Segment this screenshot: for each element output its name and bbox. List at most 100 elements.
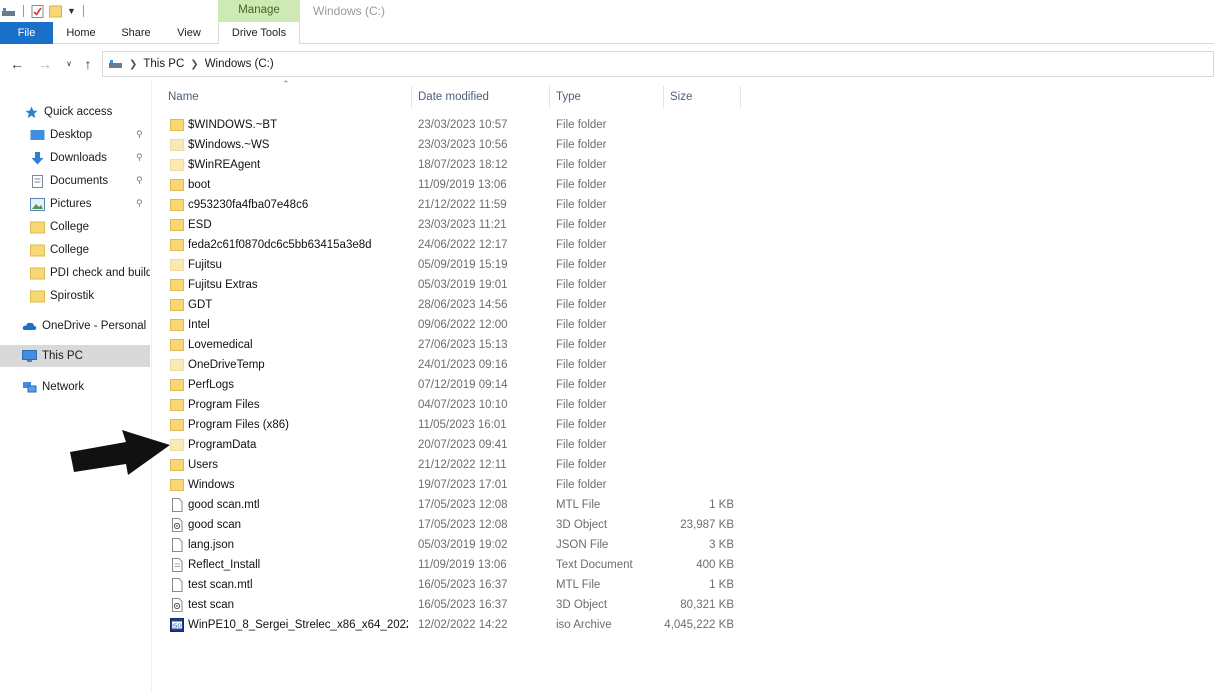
file-type: File folder bbox=[556, 279, 607, 291]
file-icon bbox=[170, 498, 184, 512]
folder-icon bbox=[170, 198, 184, 212]
file-row[interactable]: GDT 28/06/2023 14:56 File folder bbox=[162, 295, 742, 315]
file-type: MTL File bbox=[556, 499, 601, 511]
drive-icon[interactable] bbox=[2, 5, 16, 18]
file-date-modified: 11/09/2019 13:06 bbox=[418, 179, 507, 191]
column-header-date-modified[interactable]: Date modified bbox=[412, 86, 549, 108]
new-folder-icon[interactable] bbox=[49, 5, 63, 18]
file-row[interactable]: OneDriveTemp 24/01/2023 09:16 File folder bbox=[162, 355, 742, 375]
column-divider[interactable] bbox=[740, 86, 741, 108]
pin-icon[interactable]: ⚲ bbox=[136, 152, 146, 164]
file-name: Program Files (x86) bbox=[188, 419, 289, 431]
file-row[interactable]: ISO WinPE10_8_Sergei_Strelec_x86_x64_2022… bbox=[162, 615, 742, 635]
forward-arrow-icon[interactable]: → bbox=[36, 54, 54, 74]
nav-item-spirostik[interactable]: Spirostik bbox=[0, 285, 150, 307]
file-row[interactable]: test scan.mtl 16/05/2023 16:37 MTL File 1 K… bbox=[162, 575, 742, 595]
file-row[interactable]: PerfLogs 07/12/2019 09:14 File folder bbox=[162, 375, 742, 395]
pin-icon[interactable]: ⚲ bbox=[136, 175, 146, 187]
up-arrow-icon[interactable]: ↑ bbox=[79, 54, 97, 74]
column-header-name[interactable]: Name bbox=[162, 86, 412, 108]
file-name: WinPE10_8_Sergei_Strelec_x86_x64_2022...… bbox=[188, 619, 408, 631]
folder-icon bbox=[170, 238, 184, 252]
tab-manage[interactable]: Manage bbox=[218, 0, 300, 22]
file-row[interactable]: test scan 16/05/2023 16:37 3D Object 80,321… bbox=[162, 595, 742, 615]
nav-item-documents[interactable]: Documents ⚲ bbox=[0, 170, 150, 192]
tab-view[interactable]: View bbox=[170, 22, 208, 44]
column-header-size[interactable]: Size bbox=[664, 86, 740, 108]
star-icon bbox=[25, 105, 38, 118]
file-type: iso Archive bbox=[556, 619, 612, 631]
folder-icon bbox=[170, 418, 184, 432]
file-row[interactable]: ESD 23/03/2023 11:21 File folder bbox=[162, 215, 742, 235]
file-row[interactable]: boot 11/09/2019 13:06 File folder bbox=[162, 175, 742, 195]
file-row[interactable]: c953230fa4fba07e48c6 21/12/2022 11:59 File… bbox=[162, 195, 742, 215]
file-name: Users bbox=[188, 459, 219, 471]
file-row[interactable]: ProgramData 20/07/2023 09:41 File folder bbox=[162, 435, 742, 455]
file-row[interactable]: Reflect_Install 11/09/2019 13:06 Text Docu… bbox=[162, 555, 742, 575]
file-row[interactable]: good scan 17/05/2023 12:08 3D Object 23,987… bbox=[162, 515, 742, 535]
file-date-modified: 05/09/2019 15:19 bbox=[418, 259, 508, 271]
folder-icon bbox=[170, 398, 184, 412]
recent-locations-chevron-icon[interactable]: ∨ bbox=[60, 54, 78, 74]
nav-label: PDI check and build bbox=[50, 267, 150, 279]
nav-network[interactable]: Network bbox=[0, 376, 150, 398]
file-row[interactable]: Fujitsu Extras 05/03/2019 19:01 File folde… bbox=[162, 275, 742, 295]
nav-item-pictures[interactable]: Pictures ⚲ bbox=[0, 193, 150, 215]
file-row[interactable]: Windows 19/07/2023 17:01 File folder bbox=[162, 475, 742, 495]
file-row[interactable]: $WINDOWS.~BT 23/03/2023 10:57 File folder bbox=[162, 115, 742, 135]
file-type: 3D Object bbox=[556, 519, 608, 531]
tab-file[interactable]: File bbox=[0, 22, 53, 44]
address-bar[interactable]: ❯ This PC ❯ Windows (C:) bbox=[102, 51, 1214, 77]
file-row[interactable]: Users 21/12/2022 12:11 File folder bbox=[162, 455, 742, 475]
back-arrow-icon[interactable]: ← bbox=[8, 54, 26, 74]
pin-icon[interactable]: ⚲ bbox=[136, 198, 146, 210]
file-row[interactable]: $Windows.~WS 23/03/2023 10:56 File folder bbox=[162, 135, 742, 155]
folder-icon bbox=[170, 298, 184, 312]
nav-item-college[interactable]: College bbox=[0, 216, 150, 238]
nav-label: This PC bbox=[42, 350, 83, 362]
file-name: test scan bbox=[188, 599, 235, 611]
nav-label: Spirostik bbox=[50, 290, 95, 302]
pin-icon[interactable]: ⚲ bbox=[136, 129, 146, 141]
nav-this-pc[interactable]: This PC bbox=[0, 345, 150, 367]
file-row[interactable]: Intel 09/06/2022 12:00 File folder bbox=[162, 315, 742, 335]
iso-icon: ISO bbox=[170, 618, 184, 632]
file-row[interactable]: Lovemedical 27/06/2023 15:13 File folder bbox=[162, 335, 742, 355]
nav-item-pdi-check-and-build[interactable]: PDI check and build bbox=[0, 262, 150, 284]
folder-icon bbox=[170, 318, 184, 332]
file-date-modified: 16/05/2023 16:37 bbox=[418, 579, 508, 591]
file-type: Text Document bbox=[556, 559, 633, 571]
column-header-type[interactable]: Type bbox=[550, 86, 663, 108]
file-row[interactable]: Fujitsu 05/09/2019 15:19 File folder bbox=[162, 255, 742, 275]
pictures-icon bbox=[30, 197, 45, 211]
file-name: ProgramData bbox=[188, 439, 257, 451]
breadcrumb-this-pc[interactable]: This PC bbox=[143, 58, 184, 70]
file-size: 80,321 KB bbox=[680, 599, 734, 611]
file-name: feda2c61f0870dc6c5bb63415a3e8d bbox=[188, 239, 372, 251]
file-row[interactable]: Program Files (x86) 11/05/2023 16:01 File … bbox=[162, 415, 742, 435]
folder-icon bbox=[170, 218, 184, 232]
nav-label: Documents bbox=[50, 175, 109, 187]
file-name: $WINDOWS.~BT bbox=[188, 119, 278, 131]
tab-share[interactable]: Share bbox=[115, 22, 157, 44]
file-date-modified: 20/07/2023 09:41 bbox=[418, 439, 508, 451]
file-icon bbox=[170, 538, 184, 552]
file-row[interactable]: Program Files 04/07/2023 10:10 File folder bbox=[162, 395, 742, 415]
nav-onedrive[interactable]: OneDrive - Personal bbox=[0, 315, 150, 337]
file-type: File folder bbox=[556, 299, 607, 311]
nav-item-downloads[interactable]: Downloads ⚲ bbox=[0, 147, 150, 169]
breadcrumb-windows-c[interactable]: Windows (C:) bbox=[205, 58, 274, 70]
nav-quick-access[interactable]: Quick access bbox=[0, 101, 150, 123]
file-row[interactable]: good scan.mtl 17/05/2023 12:08 MTL File 1 K… bbox=[162, 495, 742, 515]
properties-icon[interactable] bbox=[31, 4, 45, 18]
file-row[interactable]: lang.json 05/03/2019 19:02 JSON File 3 KB bbox=[162, 535, 742, 555]
customize-toolbar-icon[interactable]: ▼ bbox=[67, 6, 76, 16]
nav-label: College bbox=[50, 221, 89, 233]
nav-item-desktop[interactable]: Desktop ⚲ bbox=[0, 124, 150, 146]
file-row[interactable]: feda2c61f0870dc6c5bb63415a3e8d 24/06/2022… bbox=[162, 235, 742, 255]
tab-drive-tools[interactable]: Drive Tools bbox=[218, 22, 300, 44]
tab-home[interactable]: Home bbox=[60, 22, 102, 44]
file-size: 4,045,222 KB bbox=[664, 619, 734, 631]
file-row[interactable]: $WinREAgent 18/07/2023 18:12 File folder bbox=[162, 155, 742, 175]
nav-item-college-2[interactable]: College bbox=[0, 239, 150, 261]
